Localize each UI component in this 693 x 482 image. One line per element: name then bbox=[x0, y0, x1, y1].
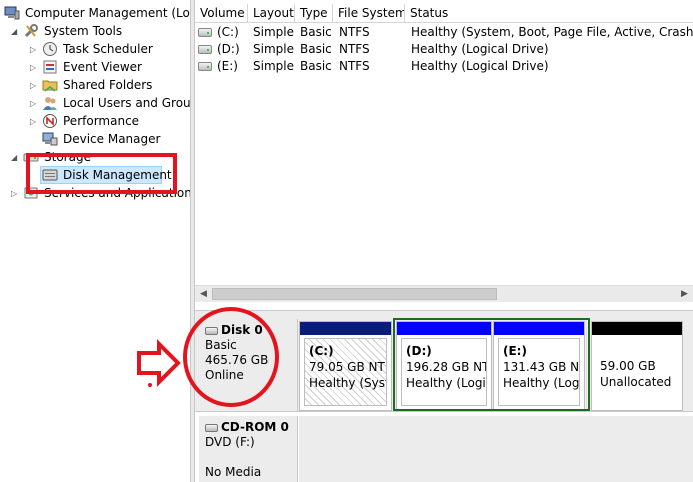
cell-file-system: NTFS bbox=[339, 25, 370, 39]
annotation-red-ellipse bbox=[183, 307, 279, 407]
cell-type: Basic bbox=[300, 25, 332, 39]
cell-layout: Simple bbox=[253, 42, 294, 56]
cdrom-icon bbox=[205, 423, 218, 432]
device-manager-icon bbox=[42, 132, 58, 146]
cell-volume: (D:) bbox=[217, 42, 240, 56]
tree-item-local-users-and-groups[interactable]: ▷ Local Users and Groups bbox=[0, 94, 190, 112]
drive-icon bbox=[198, 28, 212, 37]
computer-management-icon bbox=[4, 6, 20, 20]
cell-volume: (E:) bbox=[217, 59, 238, 73]
cell-status: Healthy (Logical Drive) bbox=[411, 42, 549, 56]
cdrom-0-state: No Media bbox=[205, 465, 262, 479]
cell-file-system: NTFS bbox=[339, 59, 370, 73]
expand-arrow-icon[interactable]: ▷ bbox=[30, 81, 39, 90]
cell-layout: Simple bbox=[253, 25, 294, 39]
partition-unallocated[interactable]: 59.00 GB Unallocated bbox=[591, 321, 683, 411]
collapse-arrow-icon[interactable]: ◢ bbox=[11, 27, 20, 36]
tree-item-system-tools[interactable]: ◢ System Tools bbox=[0, 22, 190, 40]
volume-list: Volume Layout Type File System Status (C… bbox=[195, 0, 693, 310]
expand-arrow-icon[interactable]: ▷ bbox=[30, 99, 39, 108]
scroll-left-arrow-icon[interactable]: ◀ bbox=[195, 286, 212, 302]
drive-icon bbox=[198, 62, 212, 71]
scrollbar-thumb[interactable] bbox=[212, 288, 497, 300]
cdrom-0-name: CD-ROM 0 bbox=[205, 420, 291, 435]
expand-arrow-icon[interactable]: ▷ bbox=[30, 117, 39, 126]
cell-file-system: NTFS bbox=[339, 42, 370, 56]
column-header-type[interactable]: Type bbox=[295, 4, 333, 23]
tree-item-event-viewer[interactable]: ▷ Event Viewer bbox=[0, 58, 190, 76]
tree-root-label: Computer Management (Local bbox=[25, 6, 190, 20]
cdrom-0-type: DVD (F:) bbox=[205, 435, 255, 449]
partition-unallocated-body: 59.00 GB Unallocated bbox=[596, 338, 678, 406]
tree-item-task-scheduler[interactable]: ▷ Task Scheduler bbox=[0, 40, 190, 58]
expand-arrow-icon[interactable]: ▷ bbox=[11, 189, 20, 198]
cell-status: Healthy (Logical Drive) bbox=[411, 59, 549, 73]
partition-c-status: Healthy (Syster bbox=[309, 376, 386, 390]
tree-item-device-manager[interactable]: Device Manager bbox=[0, 130, 190, 148]
partition-c-letter: (C:) bbox=[309, 344, 334, 358]
tree-item-label: Task Scheduler bbox=[63, 42, 153, 56]
clock-icon bbox=[43, 42, 57, 56]
scroll-right-arrow-icon[interactable]: ▶ bbox=[676, 286, 693, 302]
cell-status: Healthy (System, Boot, Page File, Active… bbox=[411, 25, 693, 39]
navigation-tree: Computer Management (Local ◢ System Tool… bbox=[0, 0, 190, 482]
column-header-file-system[interactable]: File System bbox=[333, 4, 405, 23]
partition-unallocated-status: Unallocated bbox=[600, 375, 672, 389]
shared-folder-icon bbox=[42, 80, 58, 92]
tree-item-label: Performance bbox=[63, 114, 140, 128]
event-viewer-icon bbox=[43, 60, 57, 74]
annotation-red-arrow-icon bbox=[137, 339, 181, 387]
partition-c-bar bbox=[300, 322, 391, 335]
table-row[interactable]: (D:) Simple Basic NTFS Healthy (Logical … bbox=[195, 41, 693, 58]
column-header-status[interactable]: Status bbox=[405, 4, 693, 23]
collapse-arrow-icon[interactable]: ◢ bbox=[11, 153, 20, 162]
tree-item-performance[interactable]: ▷ Performance bbox=[0, 112, 190, 130]
tree-item-label: Local Users and Groups bbox=[63, 96, 190, 110]
drive-icon bbox=[198, 45, 212, 54]
table-row[interactable]: (E:) Simple Basic NTFS Healthy (Logical … bbox=[195, 58, 693, 75]
partition-unallocated-bar bbox=[592, 322, 682, 335]
list-header: Volume Layout Type File System Status bbox=[195, 4, 693, 23]
annotation-red-rectangle bbox=[26, 153, 177, 194]
table-row[interactable]: (C:) Simple Basic NTFS Healthy (System, … bbox=[195, 24, 693, 41]
users-icon bbox=[43, 97, 57, 110]
cell-layout: Simple bbox=[253, 59, 294, 73]
expand-arrow-icon[interactable]: ▷ bbox=[30, 45, 39, 54]
horizontal-scrollbar[interactable]: ◀ ▶ bbox=[195, 285, 693, 302]
partition-c[interactable]: (C:) 79.05 GB NTFS Healthy (Syster bbox=[299, 321, 392, 411]
partition-c-size: 79.05 GB NTFS bbox=[309, 360, 386, 374]
expand-arrow-icon[interactable]: ▷ bbox=[30, 63, 39, 72]
cdrom-0-label[interactable]: CD-ROM 0 DVD (F:) No Media bbox=[199, 416, 298, 482]
partition-unallocated-letter bbox=[600, 342, 674, 358]
cell-type: Basic bbox=[300, 42, 332, 56]
cell-type: Basic bbox=[300, 59, 332, 73]
tree-item-label: Shared Folders bbox=[63, 78, 153, 92]
partition-unallocated-size: 59.00 GB bbox=[600, 359, 656, 373]
tree-item-label: System Tools bbox=[44, 24, 123, 38]
cdrom-empty-area bbox=[299, 416, 693, 482]
cdrom-row: CD-ROM 0 DVD (F:) No Media bbox=[195, 411, 693, 482]
tree-item-label: Event Viewer bbox=[63, 60, 142, 74]
extended-partition-outline bbox=[393, 318, 590, 411]
performance-icon bbox=[43, 114, 57, 128]
column-header-volume[interactable]: Volume bbox=[195, 4, 248, 23]
tools-icon bbox=[24, 24, 38, 38]
partition-c-body: (C:) 79.05 GB NTFS Healthy (Syster bbox=[304, 338, 387, 406]
cell-volume: (C:) bbox=[217, 25, 239, 39]
tree-item-label: Device Manager bbox=[63, 132, 161, 146]
column-header-layout[interactable]: Layout bbox=[248, 4, 295, 23]
tree-item-shared-folders[interactable]: ▷ Shared Folders bbox=[0, 76, 190, 94]
